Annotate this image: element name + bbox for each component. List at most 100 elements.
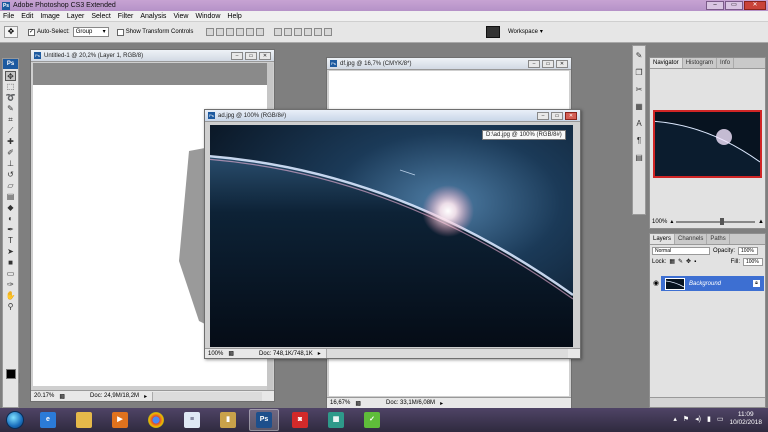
document-icon[interactable]: ≡	[177, 409, 207, 431]
eyedropper-tool-icon[interactable]: ✑	[5, 280, 16, 290]
chrome-icon[interactable]	[141, 409, 171, 431]
document-title-bar[interactable]: Ps ad.jpg @ 100% (RGB/8#) – ▭ ✕	[205, 110, 580, 122]
dodge-tool-icon[interactable]: ◐	[5, 214, 16, 224]
tab-navigator[interactable]: Navigator	[650, 58, 683, 68]
internet-explorer-icon[interactable]: e	[33, 409, 63, 431]
camera-app-icon[interactable]: ◙	[285, 409, 315, 431]
lock-pixels-icon[interactable]: ✎	[678, 258, 683, 265]
photoshop-icon[interactable]: Ps	[249, 409, 279, 431]
system-clock[interactable]: 11:09 10/02/2018	[729, 411, 762, 427]
doc-maximize-button[interactable]: ▭	[542, 60, 554, 68]
doc-minimize-button[interactable]: –	[537, 112, 549, 120]
tab-channels[interactable]: Channels	[675, 234, 708, 244]
navigator-zoom[interactable]: 100%	[652, 219, 667, 225]
eye-icon[interactable]: ◉	[651, 276, 661, 291]
menu-layer[interactable]: Layer	[67, 13, 85, 20]
start-button[interactable]	[0, 409, 30, 431]
media-player-icon[interactable]: ▶	[105, 409, 135, 431]
zoom-slider-knob[interactable]	[719, 217, 724, 225]
menu-view[interactable]: View	[173, 13, 188, 20]
distribute-hcenter-icon[interactable]	[314, 28, 323, 36]
align-top-icon[interactable]	[206, 28, 215, 36]
clone-stamp-tool-icon[interactable]: ⊥	[5, 159, 16, 169]
status-arrow-icon[interactable]: ▸	[144, 393, 147, 400]
lock-position-icon[interactable]: ✥	[686, 258, 691, 265]
shape-tool-icon[interactable]: ■	[5, 258, 16, 268]
zoom-tool-icon[interactable]: ⚲	[5, 302, 16, 312]
zoom-level[interactable]: 16,67%	[330, 400, 350, 406]
blur-tool-icon[interactable]: ◆	[5, 203, 16, 213]
tray-arrow-icon[interactable]: ▴	[673, 415, 677, 423]
navigator-thumbnail[interactable]	[653, 110, 762, 178]
distribute-left-icon[interactable]	[304, 28, 313, 36]
hand-tool-icon[interactable]: ✋	[5, 291, 16, 301]
menu-help[interactable]: Help	[227, 13, 241, 20]
fill-input[interactable]: 100%	[743, 257, 763, 266]
menu-image[interactable]: Image	[40, 13, 59, 20]
menu-file[interactable]: File	[3, 13, 14, 20]
status-arrow-icon[interactable]: ▸	[318, 350, 321, 357]
zoom-level[interactable]: 20.17%	[34, 393, 54, 399]
path-select-tool-icon[interactable]: ➤	[5, 247, 16, 257]
doc-minimize-button[interactable]: –	[231, 52, 243, 60]
auto-select-checkbox[interactable]: ✓	[28, 28, 35, 36]
history-brush-tool-icon[interactable]: ↺	[5, 170, 16, 180]
paragraph-panel-icon[interactable]: ¶	[634, 136, 644, 146]
align-hcenter-icon[interactable]	[246, 28, 255, 36]
zoom-slider[interactable]	[676, 217, 756, 225]
green-app-icon[interactable]: ✓	[357, 409, 387, 431]
notes-tool-icon[interactable]: ▭	[5, 269, 16, 279]
distribute-vcenter-icon[interactable]	[284, 28, 293, 36]
folder-icon[interactable]	[69, 409, 99, 431]
minimize-button[interactable]: –	[706, 1, 724, 10]
volume-icon[interactable]: ◂)	[695, 415, 701, 423]
workspace-icon[interactable]	[486, 26, 500, 38]
move-tool-icon[interactable]: ✥	[5, 71, 16, 81]
auto-select-dropdown[interactable]: Group ▾	[72, 27, 109, 37]
tab-paths[interactable]: Paths	[707, 234, 730, 244]
pen-tool-icon[interactable]: ✒	[5, 225, 16, 235]
restore-button[interactable]: ▭	[725, 1, 743, 10]
menu-edit[interactable]: Edit	[21, 13, 33, 20]
tab-info[interactable]: Info	[717, 58, 735, 68]
image-viewer-icon[interactable]: ▦	[321, 409, 351, 431]
document-title-bar[interactable]: Ps Untitled-1 @ 20,2% (Layer 1, RGB/8) –…	[31, 50, 274, 62]
zoom-in-icon[interactable]: ▲	[758, 219, 764, 225]
doc-maximize-button[interactable]: ▭	[245, 52, 257, 60]
menu-select[interactable]: Select	[91, 13, 110, 20]
network-icon[interactable]: ▮	[707, 415, 711, 423]
tab-histogram[interactable]: Histogram	[683, 58, 718, 68]
tool-presets-panel-icon[interactable]: ✂	[634, 85, 644, 95]
lasso-tool-icon[interactable]: ➰	[5, 93, 16, 103]
quick-select-tool-icon[interactable]: ✎	[5, 104, 16, 114]
lock-all-icon[interactable]: ▪	[694, 259, 696, 265]
layer-row-background[interactable]: ◉ Background 🔒︎	[651, 276, 764, 291]
animation-panel-icon[interactable]: ▦	[634, 102, 644, 112]
layer-comps-panel-icon[interactable]: ▤	[634, 153, 644, 163]
menu-filter[interactable]: Filter	[118, 13, 134, 20]
usb-drive-icon[interactable]: ▮	[213, 409, 243, 431]
status-icon[interactable]: ▩	[355, 400, 361, 407]
type-tool-icon[interactable]: T	[5, 236, 16, 246]
status-arrow-icon[interactable]: ▸	[440, 400, 443, 407]
foreground-color-swatch[interactable]	[6, 369, 16, 379]
blend-mode-dropdown[interactable]: Normal	[652, 246, 710, 255]
horizontal-scrollbar[interactable]	[152, 391, 262, 401]
distribute-right-icon[interactable]	[324, 28, 333, 36]
status-icon[interactable]: ▩	[59, 393, 65, 400]
align-right-icon[interactable]	[256, 28, 265, 36]
doc-close-button[interactable]: ✕	[259, 52, 271, 60]
align-vcenter-icon[interactable]	[216, 28, 225, 36]
eraser-tool-icon[interactable]: ▱	[5, 181, 16, 191]
space-earth-image[interactable]: D:\ad.jpg @ 100% (RGB/8#)	[210, 125, 573, 347]
healing-tool-icon[interactable]: ✚	[5, 137, 16, 147]
gradient-tool-icon[interactable]: ▤	[5, 192, 16, 202]
move-tool-preset-icon[interactable]: ✥	[4, 26, 18, 38]
show-transform-checkbox[interactable]	[116, 28, 124, 36]
distribute-bottom-icon[interactable]	[294, 28, 303, 36]
align-bottom-icon[interactable]	[226, 28, 235, 36]
doc-maximize-button[interactable]: ▭	[551, 112, 563, 120]
zoom-level[interactable]: 100%	[208, 351, 223, 357]
horizontal-scrollbar[interactable]	[325, 349, 568, 358]
workspace-menu[interactable]: Workspace ▾	[508, 28, 543, 36]
